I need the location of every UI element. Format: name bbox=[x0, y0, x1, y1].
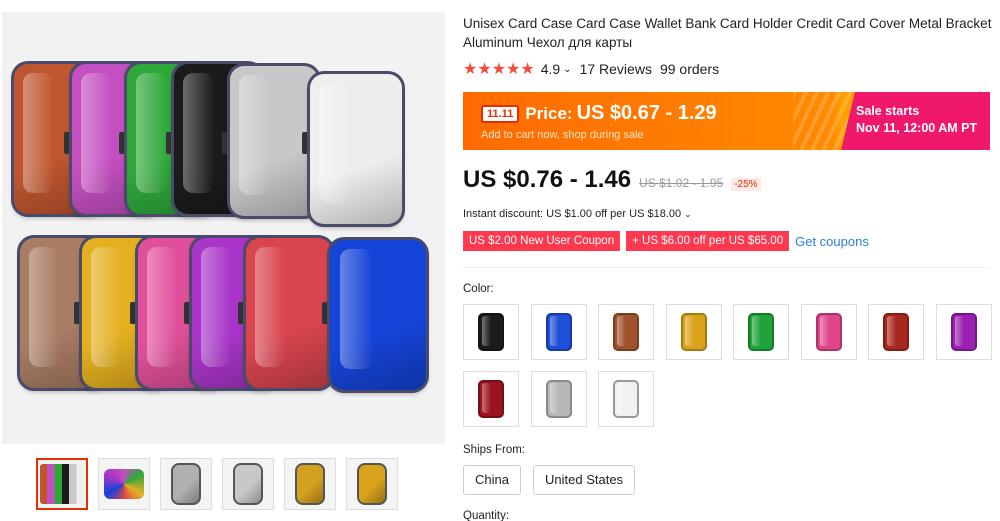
get-coupons-link[interactable]: Get coupons bbox=[795, 234, 869, 249]
coupon-row: US $2.00 New User Coupon + US $6.00 off … bbox=[460, 231, 869, 251]
color-swatch-10[interactable] bbox=[530, 371, 587, 427]
price-row: US $0.76 - 1.46 US $1.02 - 1.95 -25% bbox=[463, 166, 761, 194]
color-swatch-4[interactable] bbox=[665, 304, 722, 360]
thumbnail-5[interactable] bbox=[284, 458, 336, 510]
ships-from-label: Ships From: bbox=[463, 444, 525, 456]
original-price: US $1.02 - 1.95 bbox=[639, 176, 724, 190]
discount-badge: -25% bbox=[731, 178, 761, 191]
product-main-image[interactable] bbox=[2, 12, 445, 444]
ship-option-china[interactable]: China bbox=[463, 465, 521, 495]
chevron-down-icon: ⌄ bbox=[684, 209, 692, 219]
thumbnail-1[interactable] bbox=[36, 458, 88, 510]
thumbnail-card bbox=[297, 465, 323, 503]
swatch-card bbox=[478, 313, 504, 351]
promo-price-label: Price: bbox=[525, 103, 573, 123]
chevron-down-icon[interactable]: ⌄ bbox=[563, 64, 571, 75]
color-label: Color: bbox=[463, 283, 494, 295]
color-swatch-6[interactable] bbox=[800, 304, 857, 360]
sale-promo-banner: 11.11 Price: US $0.67 - 1.29 Add to cart n… bbox=[463, 92, 990, 150]
thumbnail-card bbox=[173, 465, 199, 503]
color-swatch-1[interactable] bbox=[463, 304, 519, 360]
thumbnail-card bbox=[104, 469, 144, 499]
swatch-card bbox=[748, 313, 774, 351]
new-user-coupon[interactable]: US $2.00 New User Coupon bbox=[460, 231, 621, 251]
color-swatch-11[interactable] bbox=[598, 371, 654, 427]
swatch-card bbox=[613, 380, 639, 418]
rating-row: ★★★★★ 4.9 ⌄ 17 Reviews 99 orders bbox=[463, 59, 719, 79]
instant-discount[interactable]: Instant discount: US $1.00 off per US $1… bbox=[463, 208, 692, 220]
promo-price: US $0.67 - 1.29 bbox=[576, 102, 717, 124]
instant-discount-text: Instant discount: US $1.00 off per US $1… bbox=[463, 208, 682, 220]
reviews-link[interactable]: 17 Reviews bbox=[580, 61, 652, 77]
thumbnail-2[interactable] bbox=[98, 458, 150, 510]
card-case-bottom-4 bbox=[246, 238, 332, 388]
store-coupon[interactable]: + US $6.00 off per US $65.00 bbox=[624, 231, 790, 251]
swatch-card bbox=[478, 380, 504, 418]
ship-option-united-states[interactable]: United States bbox=[533, 465, 636, 495]
swatch-card bbox=[545, 313, 572, 351]
sale-starts-date: Nov 11, 12:00 AM PT bbox=[856, 121, 978, 135]
color-swatch-3[interactable] bbox=[598, 304, 654, 360]
sale-starts-label: Sale starts bbox=[856, 104, 920, 118]
sale-badge: 11.11 bbox=[481, 104, 520, 123]
star-icon: ★★★★★ bbox=[463, 61, 535, 78]
thumbnail-6[interactable] bbox=[346, 458, 398, 510]
thumbnail-card bbox=[235, 465, 261, 503]
swatch-card bbox=[545, 380, 572, 418]
color-swatch-5[interactable] bbox=[733, 304, 789, 360]
swatch-card bbox=[815, 313, 842, 351]
thumbnail-3[interactable] bbox=[160, 458, 212, 510]
swatch-card bbox=[680, 313, 707, 351]
current-price: US $0.76 - 1.46 bbox=[463, 166, 632, 193]
card-case-top-5 bbox=[310, 74, 402, 224]
thumbnail-card bbox=[359, 465, 385, 503]
promo-price-block: 11.11 Price: US $0.67 - 1.29 Add to cart n… bbox=[481, 102, 717, 141]
rating-value: 4.9 bbox=[540, 61, 561, 77]
product-title: Unisex Card Case Card Case Wallet Bank C… bbox=[463, 16, 992, 50]
swatch-card bbox=[613, 313, 639, 351]
color-swatch-2[interactable] bbox=[530, 304, 587, 360]
sale-start-block: Sale starts Nov 11, 12:00 AM PT bbox=[841, 92, 990, 150]
color-swatch-9[interactable] bbox=[463, 371, 519, 427]
promo-subtitle: Add to cart now, shop during sale bbox=[481, 129, 644, 141]
color-swatch-8[interactable] bbox=[935, 304, 992, 360]
swatch-card bbox=[883, 313, 909, 351]
orders-count: 99 orders bbox=[659, 61, 720, 77]
color-swatch-7[interactable] bbox=[868, 304, 924, 360]
quantity-label: Quantity: bbox=[463, 510, 510, 521]
card-case-bottom-5 bbox=[330, 240, 426, 390]
thumbnail-4[interactable] bbox=[222, 458, 274, 510]
swatch-card bbox=[950, 313, 977, 351]
thumbnail-card bbox=[40, 464, 84, 504]
divider bbox=[463, 267, 990, 268]
